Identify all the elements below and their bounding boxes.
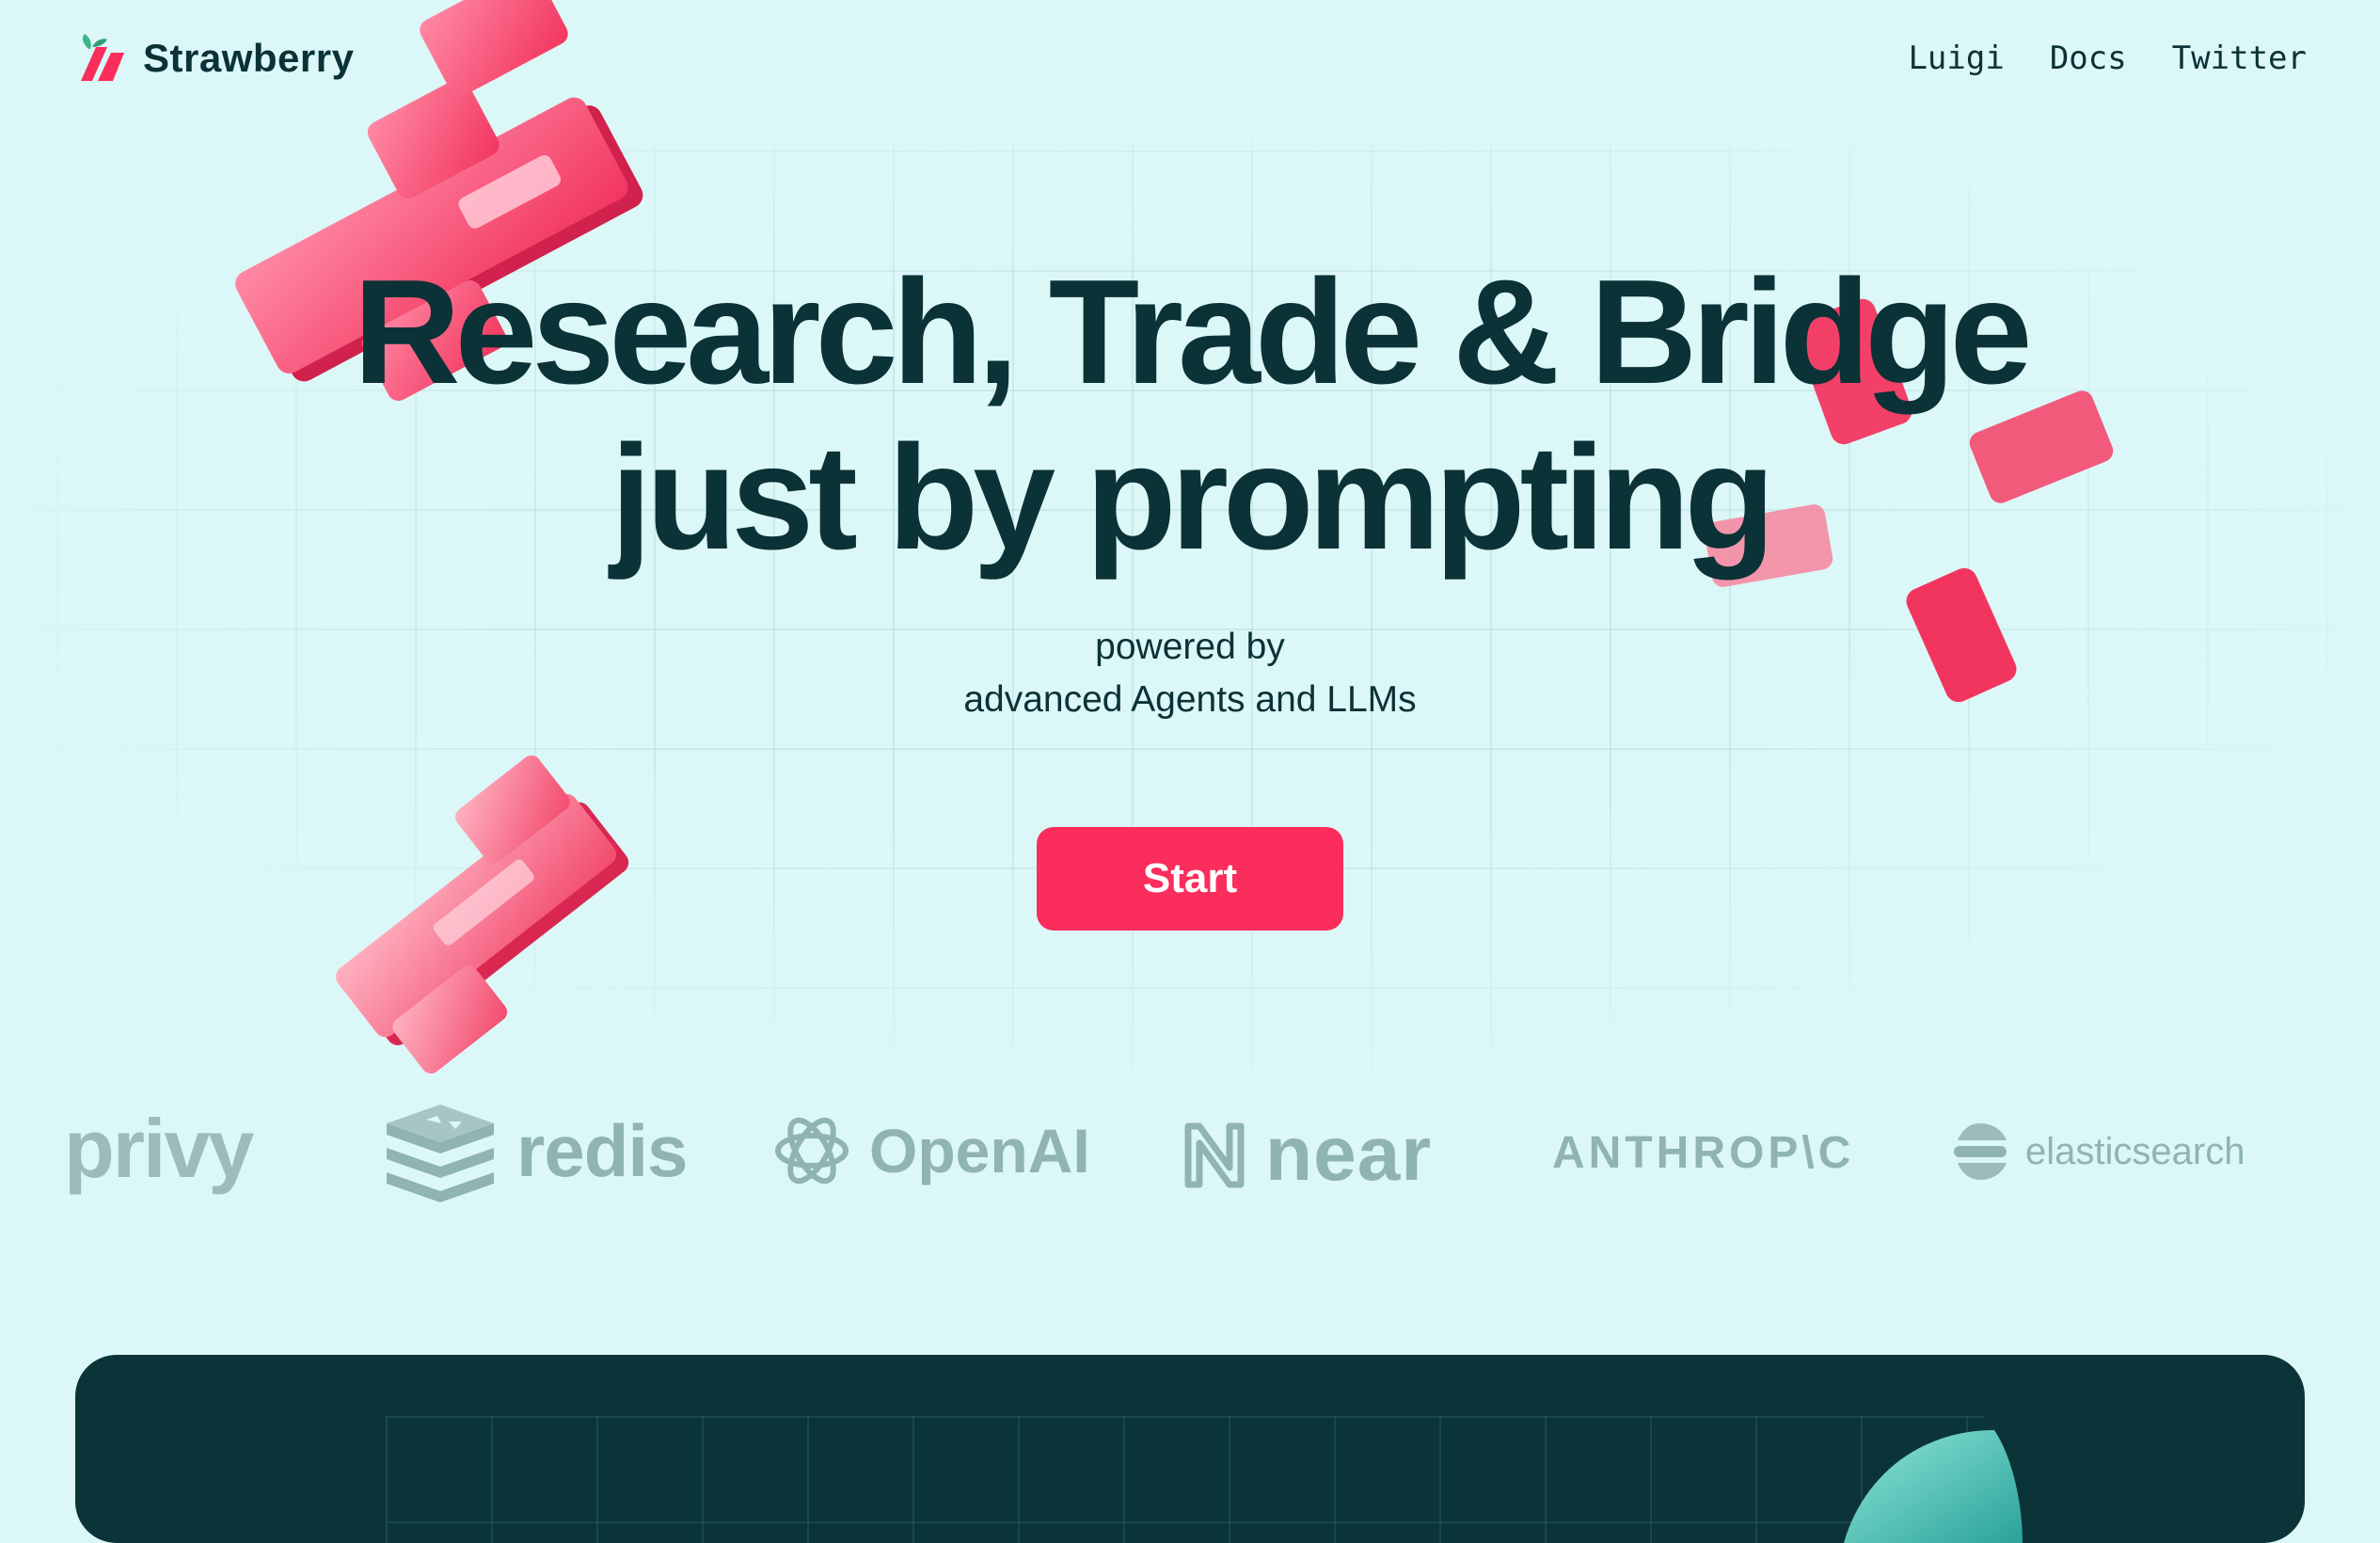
hero-headline: Research, Trade & Bridge just by prompti… xyxy=(0,249,2380,581)
pixel-shape-bottom-left xyxy=(336,755,629,1074)
nav-link-docs[interactable]: Docs xyxy=(2050,40,2127,77)
strawberry-logo-icon xyxy=(81,34,124,81)
subtitle-line-1: powered by xyxy=(1095,627,1285,667)
hero-headline-line-2: just by prompting xyxy=(610,415,1775,581)
panel-grid xyxy=(386,1416,1985,1543)
openai-knot-icon xyxy=(775,1117,849,1185)
brand-name: Strawberry xyxy=(143,36,355,80)
bottom-feature-panel xyxy=(75,1355,2305,1543)
top-nav: Strawberry Luigi Docs Twitter xyxy=(75,28,2307,88)
openai-wordmark: OpenAI xyxy=(869,1116,1090,1185)
nav-link-luigi[interactable]: Luigi xyxy=(1908,40,2004,77)
redis-stack-icon xyxy=(387,1105,494,1202)
subtitle-line-2: advanced Agents and LLMs xyxy=(963,679,1417,720)
partner-logo-redis: redis xyxy=(381,1099,688,1202)
near-wordmark: near xyxy=(1265,1111,1433,1197)
hero: Research, Trade & Bridge just by prompti… xyxy=(0,249,2380,581)
partner-logos: privy redis OpenAI near ANTHROP\C elasti… xyxy=(0,1082,2380,1233)
redis-wordmark: redis xyxy=(516,1108,688,1192)
privy-wordmark: privy xyxy=(64,1102,254,1195)
near-n-icon xyxy=(1184,1122,1245,1188)
nav-links: Luigi Docs Twitter xyxy=(1908,40,2307,77)
elasticsearch-icon xyxy=(1954,1123,2007,1180)
hero-subtitle: powered by advanced Agents and LLMs xyxy=(0,621,2380,726)
partner-logo-privy: privy xyxy=(64,1101,254,1197)
partner-logo-near: near xyxy=(1181,1110,1432,1199)
elasticsearch-wordmark: elasticsearch xyxy=(2025,1130,2245,1172)
brand[interactable]: Strawberry xyxy=(75,32,354,85)
partner-logo-anthropic: ANTHROP\C xyxy=(1552,1127,1854,1179)
nav-link-twitter[interactable]: Twitter xyxy=(2172,40,2307,77)
hero-headline-line-1: Research, Trade & Bridge xyxy=(353,249,2032,415)
anthropic-wordmark: ANTHROP\C xyxy=(1552,1128,1855,1178)
teal-3d-shape xyxy=(1844,1430,2023,1543)
start-button[interactable]: Start xyxy=(1037,827,1343,931)
partner-logo-openai: OpenAI xyxy=(771,1110,1090,1191)
partner-logo-elasticsearch: elasticsearch xyxy=(1952,1121,2245,1182)
